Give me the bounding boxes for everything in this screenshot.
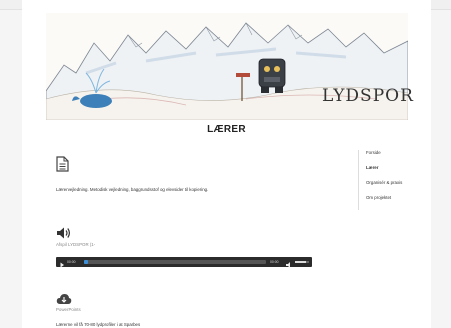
footer-text: Lærerne vil få 70-80 lydprofiler i at Sp… [56, 322, 141, 327]
sidebar-nav: Forside Lærer Organisér & praxis Om proj… [358, 150, 430, 210]
document-icon [56, 156, 69, 172]
play-icon[interactable] [58, 257, 66, 268]
speaker-icon [56, 226, 72, 240]
audio-caption: Afspil LYDSPOR (1- [56, 242, 96, 247]
cloud-download-icon[interactable] [56, 292, 72, 304]
audio-progress-fill [84, 260, 88, 264]
sidebar-item-om-projektet[interactable]: Om projektet [366, 195, 430, 201]
sidebar-item-laerer[interactable]: Lærer [366, 165, 430, 171]
sidebar-item-forside[interactable]: Forside [366, 150, 430, 156]
download-caption[interactable]: PowerPoints [56, 307, 81, 312]
audio-duration: 00:00 [270, 260, 279, 264]
banner-logo-text: LYDSPOR [322, 86, 414, 106]
page-title: LÆRER [207, 124, 246, 135]
sidebar-item-organiser[interactable]: Organisér & praxis [366, 180, 430, 186]
page-container: LYDSPOR LÆRER Lærervejledning. Metodisk … [22, 0, 431, 328]
volume-icon[interactable] [285, 257, 293, 268]
volume-slider[interactable] [295, 261, 309, 263]
teacher-guide-description: Lærervejledning. Metodisk vejledning, ba… [56, 187, 209, 192]
audio-player: 00:00 00:00 [56, 257, 312, 268]
volume-level [295, 261, 307, 263]
audio-current-time: 00:00 [67, 260, 76, 264]
audio-progress-track[interactable] [84, 260, 266, 264]
